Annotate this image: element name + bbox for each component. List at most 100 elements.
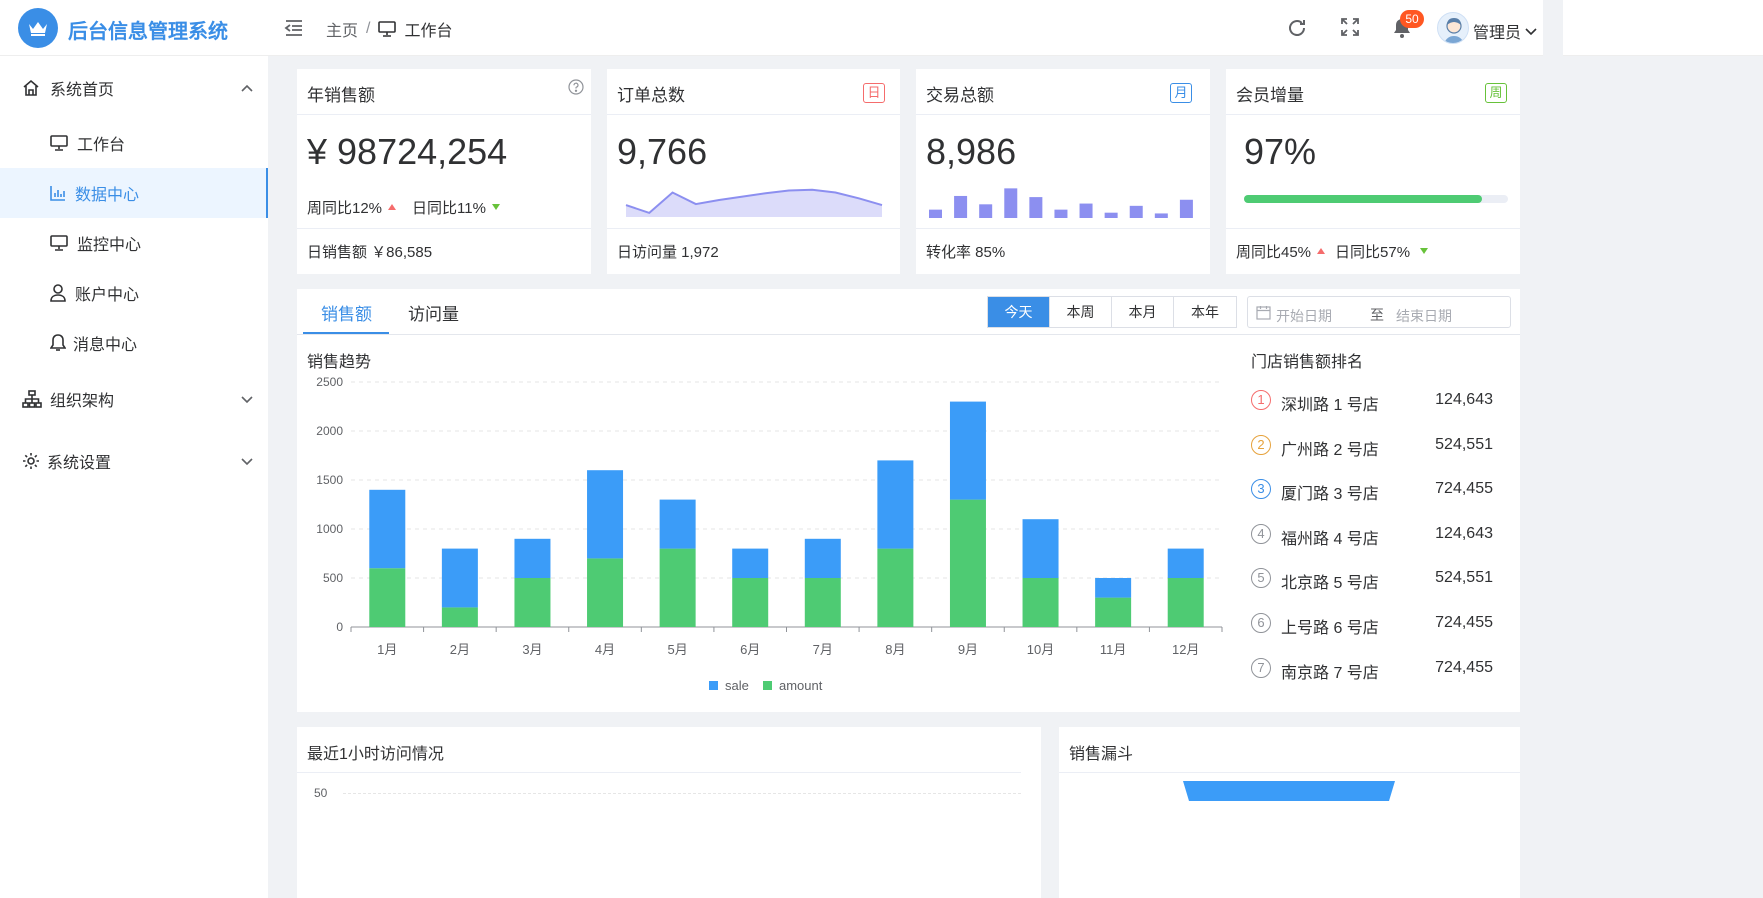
sidebar-item-home[interactable]: 系统首页 [0, 72, 268, 104]
date-range-picker[interactable]: 开始日期 至 结束日期 [1247, 296, 1511, 328]
avatar[interactable] [1437, 12, 1469, 44]
week-compare: 周同比45% [1236, 244, 1312, 261]
org-chart-icon [22, 390, 42, 408]
gridline [343, 793, 1021, 794]
mini-bar [1129, 205, 1143, 218]
monitor-icon [378, 21, 397, 37]
sidebar-item-label: 账户中心 [75, 287, 140, 304]
refresh-icon[interactable] [1286, 17, 1308, 44]
sidebar-item-data-center[interactable]: 数据中心 [0, 168, 268, 218]
divider [607, 228, 900, 229]
range-week[interactable]: 本周 [1050, 297, 1112, 327]
rank-number: 1 [1251, 390, 1271, 410]
sidebar-item-monitor[interactable]: 监控中心 [0, 226, 268, 260]
end-date-input[interactable]: 结束日期 [1396, 306, 1452, 326]
bar-sale [514, 538, 551, 578]
list-item: 1 深圳路 1 号店 124,643 [1251, 389, 1511, 414]
sidebar-item-org[interactable]: 组织架构 [0, 382, 268, 416]
card-title: 订单总数 [617, 86, 685, 105]
bar-amount [949, 499, 986, 627]
calendar-icon [1256, 306, 1271, 320]
breadcrumb-separator: / [366, 20, 371, 37]
sales-funnel-card: 销售漏斗 [1059, 727, 1520, 898]
range-selector: 今天 本周 本月 本年 [987, 296, 1237, 328]
store-sales-value: 724,455 [1435, 614, 1493, 631]
home-icon [23, 79, 39, 96]
mini-bar [929, 209, 942, 218]
gear-icon [23, 453, 39, 469]
divider [916, 114, 1210, 115]
mini-bar [1004, 188, 1018, 218]
y-tick-label: 2500 [316, 375, 343, 389]
range-year[interactable]: 本年 [1174, 297, 1236, 327]
range-today[interactable]: 今天 [988, 297, 1050, 327]
bar-sale [732, 548, 769, 578]
trend-row: 周同比45% 日同比57% [1236, 241, 1434, 262]
card-title: 交易总额 [926, 86, 994, 105]
bar-amount [732, 578, 769, 627]
tab-visits[interactable]: 访问量 [408, 300, 459, 325]
mini-bar [1179, 199, 1193, 218]
bar-amount [877, 548, 914, 627]
sidebar-item-settings[interactable]: 系统设置 [0, 444, 268, 478]
down-arrow-icon [491, 203, 500, 210]
sales-trend-chart: 0 500 1000 1500 2000 2500 1月 2月 3月 4月 5月 6月 7月 8月 9月 10… [316, 375, 1223, 693]
mini-bar [1029, 197, 1043, 218]
scrollbar-track[interactable] [1543, 0, 1563, 898]
divider [297, 228, 591, 229]
mini-bar [1054, 209, 1068, 218]
card-orders: 订单总数 日 9,766 日访问量 1,972 [607, 69, 900, 274]
store-name: 上号路 6 号店 [1281, 620, 1379, 637]
breadcrumb-home[interactable]: 主页 [326, 17, 358, 41]
card-title: 年销售额 [307, 86, 375, 105]
bar-sale [877, 460, 914, 549]
store-name: 广州路 2 号店 [1281, 441, 1379, 459]
y-tick-label: 50 [314, 786, 328, 800]
help-icon[interactable] [568, 79, 584, 95]
divider [297, 772, 1021, 773]
user-icon [50, 284, 66, 302]
sidebar-item-label: 系统设置 [47, 455, 112, 472]
card-members: 会员增量 周 97% 周同比45% 日同比57% [1226, 69, 1520, 274]
list-item: 2 广州路 2 号店 524,551 [1251, 434, 1511, 459]
list-item: 6 上号路 6 号店 724,455 [1251, 612, 1511, 637]
range-month[interactable]: 本月 [1112, 297, 1174, 327]
x-tick-label: 3月 [522, 642, 542, 657]
x-tick-label: 10月 [1027, 642, 1054, 657]
card-annual-sales: 年销售额 ¥ 98724,254 周同比12% 日同比11% 日销售额 ￥86,… [297, 69, 591, 274]
card-value: 9,766 [617, 131, 708, 172]
x-tick-label: 12月 [1172, 642, 1199, 657]
x-tick-label: 11月 [1100, 642, 1127, 657]
breadcrumb-current: 工作台 [378, 17, 452, 41]
store-sales-value: 724,455 [1435, 658, 1493, 676]
bar-amount [441, 607, 478, 627]
collapse-menu-icon[interactable] [284, 18, 304, 43]
divider [297, 114, 591, 115]
bar-sale [441, 548, 478, 608]
chevron-down-icon [1525, 28, 1537, 36]
day-compare: 日同比11% [412, 200, 486, 217]
bar-amount [1022, 578, 1059, 627]
list-item: 3 厦门路 3 号店 724,455 [1251, 478, 1511, 504]
list-item: 4 福州路 4 号店 124,643 [1251, 523, 1511, 548]
tab-sales[interactable]: 销售额 [321, 300, 372, 325]
rank-number: 6 [1251, 613, 1271, 633]
period-tag-week: 周 [1485, 83, 1507, 103]
sidebar-item-account[interactable]: 账户中心 [0, 276, 268, 310]
monitor-icon [50, 235, 68, 251]
rank-number: 7 [1251, 657, 1271, 678]
chart-title: 销售趋势 [307, 354, 372, 371]
breadcrumb-current-label: 工作台 [404, 23, 453, 40]
store-name: 厦门路 3 号店 [1281, 486, 1379, 504]
legend-label: amount [779, 678, 823, 693]
app-title: 后台信息管理系统 [68, 21, 228, 43]
rank-number: 2 [1251, 434, 1271, 455]
sidebar-item-workbench[interactable]: 工作台 [0, 126, 268, 160]
user-menu[interactable]: 管理员 [1473, 19, 1538, 43]
date-range-separator: 至 [1370, 307, 1384, 323]
fullscreen-icon[interactable] [1340, 17, 1360, 42]
sidebar-item-messages[interactable]: 消息中心 [0, 326, 268, 360]
divider [1226, 228, 1520, 229]
list-item: 5 北京路 5 号店 524,551 [1251, 567, 1511, 592]
start-date-input[interactable]: 开始日期 [1276, 306, 1332, 326]
